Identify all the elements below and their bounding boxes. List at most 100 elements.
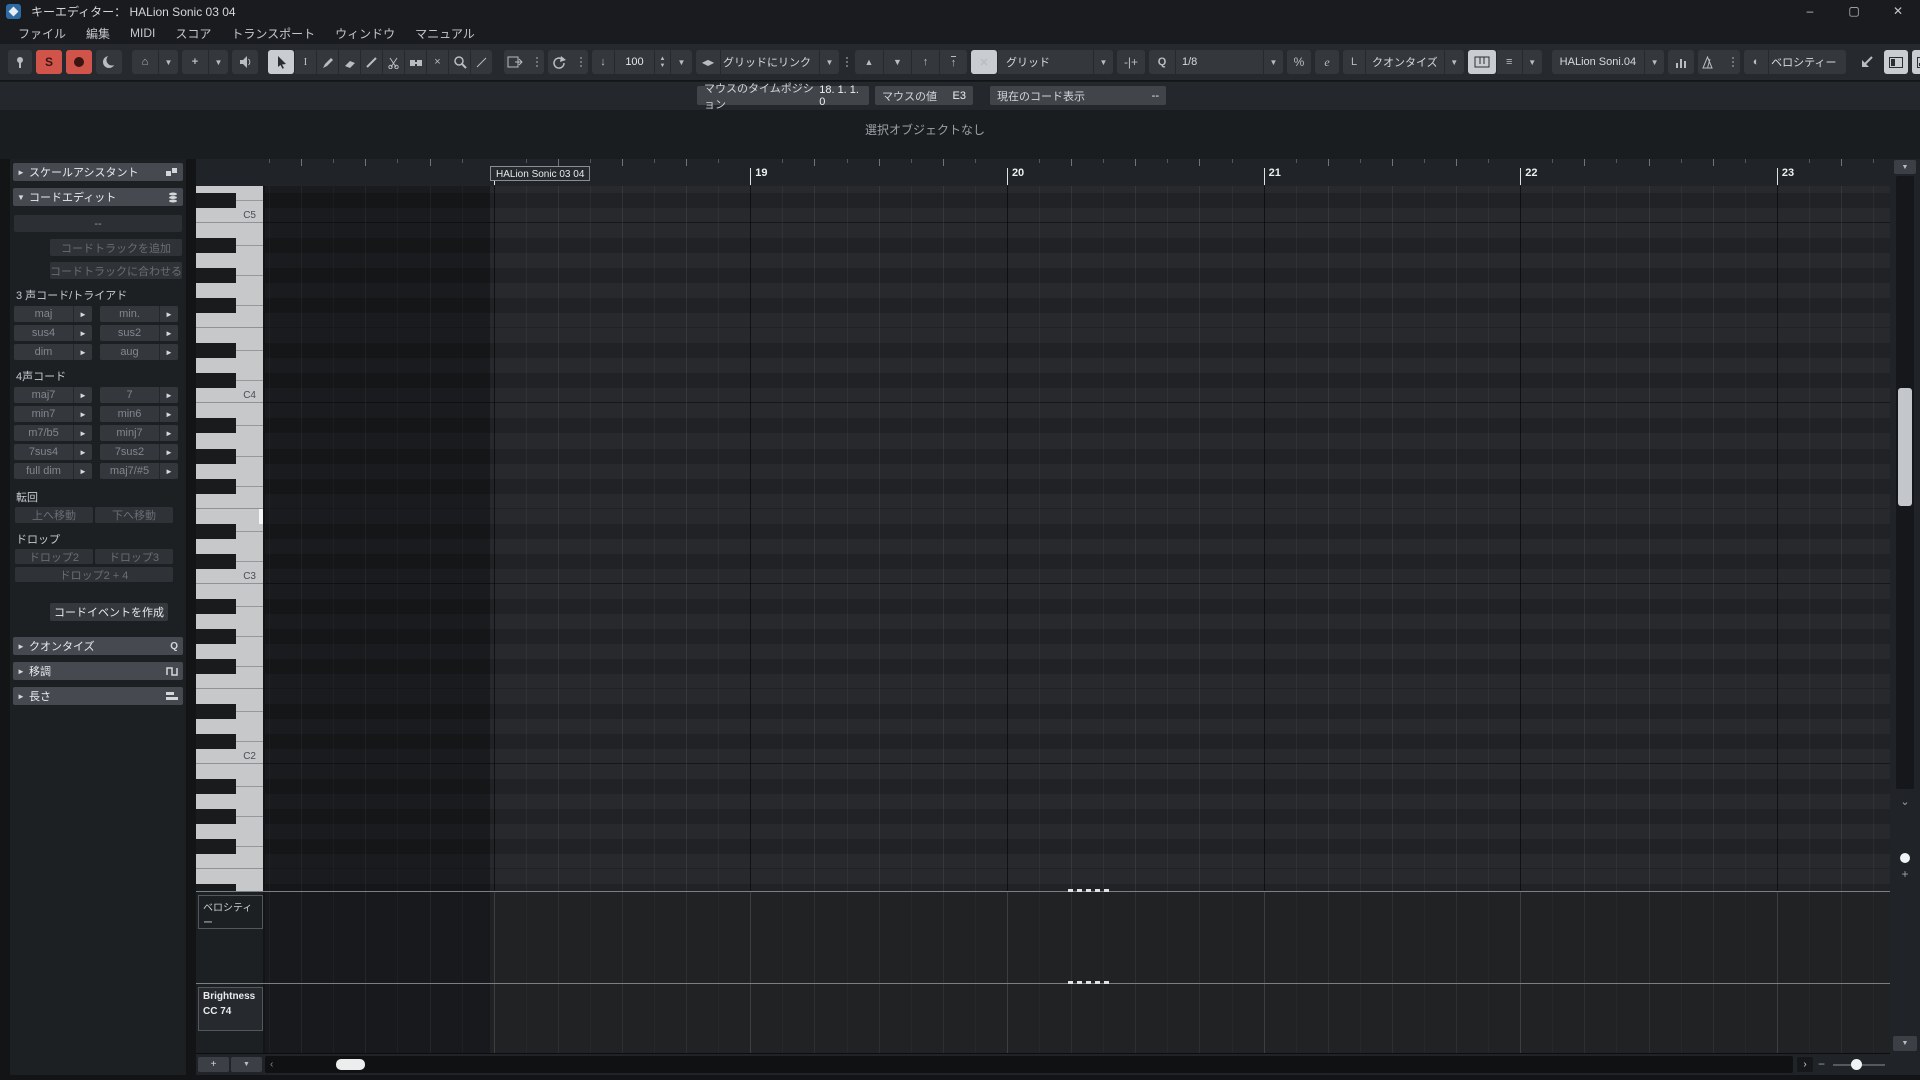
black-key[interactable] bbox=[196, 779, 236, 794]
octave-up-icon[interactable]: ↑ bbox=[911, 50, 939, 74]
chord-button-min[interactable]: min.► bbox=[100, 306, 178, 322]
trim-tool[interactable] bbox=[360, 50, 382, 74]
pitch-visibility-icon[interactable] bbox=[1468, 50, 1496, 74]
menu-item[interactable]: ファイル bbox=[8, 25, 76, 42]
auto-scroll-options-icon[interactable] bbox=[536, 57, 538, 67]
black-key[interactable] bbox=[196, 298, 236, 313]
chord-play-icon[interactable]: ► bbox=[73, 387, 92, 403]
black-key[interactable] bbox=[196, 629, 236, 644]
chord-play-icon[interactable]: ► bbox=[73, 325, 92, 341]
quantize-preset-select[interactable]: 1/8 bbox=[1175, 50, 1263, 74]
create-chord-event-button[interactable]: コードイベントを作成 bbox=[50, 603, 168, 621]
record-in-editor-button[interactable] bbox=[66, 50, 92, 74]
horizontal-scrollbar[interactable]: ‹ bbox=[265, 1056, 1793, 1073]
menu-item[interactable]: MIDI bbox=[120, 26, 165, 40]
horizontal-scrollbar-thumb[interactable] bbox=[336, 1059, 365, 1070]
black-key[interactable] bbox=[196, 809, 236, 824]
quantize-caret-icon[interactable]: ▼ bbox=[1263, 50, 1283, 74]
black-key[interactable] bbox=[196, 449, 236, 464]
snap-type-select[interactable]: グリッド bbox=[997, 50, 1093, 74]
link-to-grid-caret-icon[interactable]: ▼ bbox=[819, 50, 839, 74]
velocity-chart-icon[interactable] bbox=[1668, 50, 1694, 74]
add-chord-track-button[interactable]: コードトラックを追加 bbox=[50, 239, 182, 256]
left-zone-toggle-icon[interactable] bbox=[1884, 50, 1908, 74]
pin-icon[interactable] bbox=[8, 50, 32, 74]
chord-button-minj7[interactable]: minj7► bbox=[100, 425, 178, 441]
mute-tool[interactable]: × bbox=[426, 50, 448, 74]
black-key[interactable] bbox=[196, 734, 236, 749]
menu-item[interactable]: トランスポート bbox=[221, 25, 325, 42]
section-chord-edit[interactable]: ▼ コードエディット bbox=[13, 188, 183, 206]
link-to-grid-select[interactable]: グリッドにリンク bbox=[720, 50, 819, 74]
object-selection-tool[interactable] bbox=[268, 50, 294, 74]
menu-item[interactable]: スコア bbox=[165, 25, 221, 42]
menu-item[interactable]: マニュアル bbox=[405, 25, 485, 42]
chord-button-sus4[interactable]: sus4► bbox=[14, 325, 92, 341]
cc74-lane[interactable] bbox=[265, 984, 1890, 1053]
menu-item[interactable]: 編集 bbox=[76, 25, 120, 42]
vzoom-chevron-icon[interactable]: ⌄ bbox=[1890, 795, 1920, 808]
scroll-left-icon[interactable]: ‹ bbox=[270, 1059, 273, 1070]
part-selector-caret-icon[interactable]: ▼ bbox=[1644, 50, 1664, 74]
chord-play-icon[interactable]: ► bbox=[159, 344, 178, 360]
length-quantize-caret-icon[interactable]: ▼ bbox=[1444, 50, 1464, 74]
zoom-tool[interactable] bbox=[448, 50, 470, 74]
chord-play-icon[interactable]: ► bbox=[159, 444, 178, 460]
link-grid-options-icon[interactable] bbox=[846, 57, 848, 67]
iterative-quantize-icon[interactable]: % bbox=[1287, 50, 1311, 74]
chord-play-icon[interactable]: ► bbox=[73, 425, 92, 441]
black-key[interactable] bbox=[196, 479, 236, 494]
snap-adjust-button[interactable]: -|+ bbox=[1117, 50, 1145, 74]
scroll-right-icon[interactable]: › bbox=[1797, 1057, 1813, 1072]
chord-button-m7b5[interactable]: m7/b5► bbox=[14, 425, 92, 441]
section-quantize[interactable]: ► クオンタイズ Q bbox=[13, 637, 183, 655]
vzoom-slider-thumb[interactable] bbox=[1900, 853, 1910, 863]
black-key[interactable] bbox=[196, 343, 236, 358]
chord-button-min6[interactable]: min6► bbox=[100, 406, 178, 422]
glue-tool[interactable] bbox=[404, 50, 426, 74]
chord-button-maj7[interactable]: maj7► bbox=[14, 387, 92, 403]
insert-velocity-value[interactable]: 100 bbox=[614, 50, 654, 74]
chord-button-aug[interactable]: aug► bbox=[100, 344, 178, 360]
erase-tool[interactable] bbox=[338, 50, 360, 74]
black-key[interactable] bbox=[196, 238, 236, 253]
layers-icon[interactable]: ≡ bbox=[1496, 50, 1522, 74]
black-key[interactable] bbox=[196, 268, 236, 283]
lane-zoom-chevron-icon[interactable]: ▼ bbox=[1893, 1036, 1917, 1051]
chord-play-icon[interactable]: ► bbox=[159, 463, 178, 479]
black-key[interactable] bbox=[196, 704, 236, 719]
chord-button-min7[interactable]: min7► bbox=[14, 406, 92, 422]
chord-button-7sus4[interactable]: 7sus4► bbox=[14, 444, 92, 460]
event-colors-select[interactable]: ベロシティー bbox=[1768, 50, 1846, 74]
octave-up-limit-icon[interactable]: ↑ bbox=[939, 50, 967, 74]
snap-type-caret-icon[interactable]: ▼ bbox=[1093, 50, 1113, 74]
match-chord-track-button[interactable]: コードトラックに合わせる bbox=[50, 262, 182, 279]
menu-item[interactable]: ウィンドウ bbox=[325, 25, 405, 42]
chord-play-icon[interactable]: ► bbox=[73, 463, 92, 479]
move-notes-caret-icon[interactable]: ▼ bbox=[208, 50, 228, 74]
chord-play-icon[interactable]: ► bbox=[159, 306, 178, 322]
insert-velocity-caret-icon[interactable]: ▼ bbox=[670, 50, 692, 74]
ruler-options-caret-icon[interactable]: ▼ bbox=[1894, 160, 1916, 174]
vzoom-plus-icon[interactable]: + bbox=[1890, 867, 1920, 881]
black-key[interactable] bbox=[196, 839, 236, 854]
note-grid[interactable] bbox=[265, 186, 1890, 891]
lane-menu-caret-icon[interactable]: ▼ bbox=[231, 1057, 262, 1072]
split-tool[interactable] bbox=[382, 50, 404, 74]
maximize-icon[interactable]: ▢ bbox=[1832, 0, 1876, 22]
move-notes-icon[interactable]: + bbox=[182, 50, 208, 74]
hzoom-slider-thumb[interactable] bbox=[1851, 1059, 1862, 1070]
close-icon[interactable]: ✕ bbox=[1876, 0, 1920, 22]
solo-editor-button[interactable]: S bbox=[36, 50, 62, 74]
vertical-scrollbar[interactable] bbox=[1896, 176, 1914, 789]
chord-play-icon[interactable]: ► bbox=[159, 325, 178, 341]
quantize-panel-icon[interactable]: e bbox=[1315, 50, 1339, 74]
drop24-button[interactable]: ドロップ2 + 4 bbox=[15, 567, 173, 582]
black-key[interactable] bbox=[196, 193, 236, 208]
draw-tool[interactable] bbox=[316, 50, 338, 74]
black-key[interactable] bbox=[196, 659, 236, 674]
black-key[interactable] bbox=[196, 884, 236, 891]
setup-window-icon[interactable]: ⌂ bbox=[132, 50, 158, 74]
part-selector-select[interactable]: HALion Soni.04 bbox=[1552, 50, 1644, 74]
drop2-button[interactable]: ドロップ2 bbox=[15, 549, 93, 564]
